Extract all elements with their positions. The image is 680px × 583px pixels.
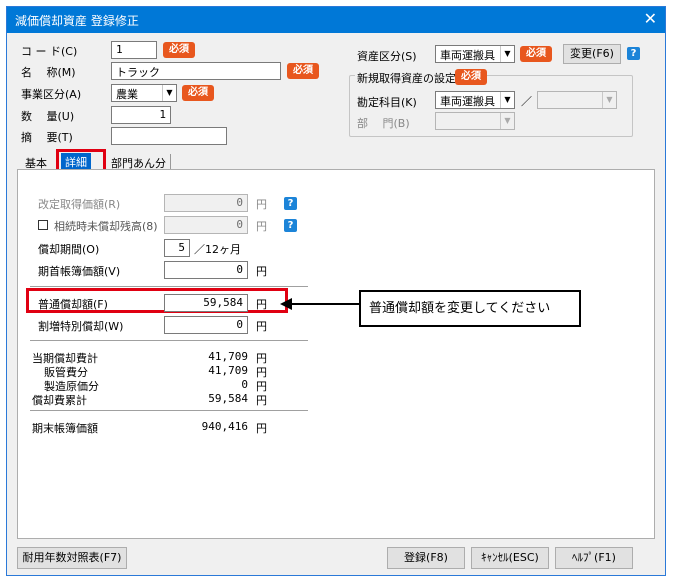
yen-unit: 円	[256, 320, 267, 333]
tab-basic[interactable]: 基本	[21, 154, 51, 170]
life-table-button[interactable]: 耐用年数対照表(F7)	[17, 547, 127, 569]
account-select[interactable]: 車両運搬具 ▼	[435, 91, 515, 109]
quantity-label: 数 量(U)	[21, 110, 75, 123]
window-title: 減価償却資産 登録修正	[15, 14, 139, 28]
chevron-down-icon[interactable]: ▼	[162, 85, 176, 101]
code-label: コ ー ド(C)	[21, 45, 78, 58]
business-label: 事業区分(A)	[21, 88, 82, 101]
yen-unit: 円	[256, 298, 267, 311]
name-input[interactable]: トラック	[111, 62, 281, 80]
close-icon[interactable]: ✕	[644, 9, 657, 28]
detail-panel: 改定取得価額(R) 0 円 ? 相続時未償却残高(8) 0 円 ? 償却期間(O…	[17, 169, 655, 539]
business-value: 農業	[116, 88, 138, 101]
account-separator: ／	[521, 95, 532, 108]
accumulated-value: 59,584	[208, 392, 248, 405]
opening-book-input[interactable]: 0	[164, 261, 248, 279]
required-badge: 必須	[455, 69, 487, 85]
required-badge: 必須	[520, 46, 552, 62]
manufacturing-value: 0	[241, 378, 248, 391]
quantity-input[interactable]: 1	[111, 106, 171, 124]
opening-book-label: 期首帳簿価額(V)	[38, 265, 121, 278]
closing-book-value: 940,416	[201, 420, 248, 433]
summary-input[interactable]	[111, 127, 227, 145]
selling-value: 41,709	[208, 364, 248, 377]
normal-dep-label: 普通償却額(F)	[38, 298, 108, 311]
asset-class-label: 資産区分(S)	[357, 50, 417, 63]
period-label: 償却期間(O)	[38, 243, 100, 256]
normal-dep-input[interactable]: 59,584	[164, 294, 248, 312]
current-dep-value: 41,709	[208, 350, 248, 363]
account-value: 車両運搬具	[440, 95, 495, 108]
special-dep-input[interactable]: 0	[164, 316, 248, 334]
dept-select[interactable]: ▼	[435, 112, 515, 130]
closing-book-label: 期末帳簿価額	[32, 422, 98, 435]
chevron-down-icon: ▼	[602, 92, 616, 108]
asset-class-value: 車両運搬具	[440, 49, 495, 62]
help-icon[interactable]: ?	[627, 47, 640, 60]
help-button[interactable]: ﾍﾙﾌﾟ(F1)	[555, 547, 633, 569]
title-bar: 減価償却資産 登録修正 ✕	[7, 7, 665, 33]
period-unit: ／12ヶ月	[194, 243, 241, 256]
instruction-callout: 普通償却額を変更してください	[359, 290, 581, 327]
help-icon[interactable]: ?	[284, 197, 297, 210]
yen-unit: 円	[256, 394, 267, 407]
period-input[interactable]: 5	[164, 239, 190, 257]
summary-label: 摘 要(T)	[21, 131, 73, 144]
dept-label: 部 門(B)	[357, 117, 410, 130]
help-icon[interactable]: ?	[284, 219, 297, 232]
divider	[30, 410, 308, 412]
chevron-down-icon: ▼	[500, 113, 514, 129]
accumulated-label: 償却費累計	[32, 394, 87, 407]
yen-unit: 円	[256, 265, 267, 278]
yen-unit: 円	[256, 198, 267, 211]
yen-unit: 円	[256, 422, 267, 435]
required-badge: 必須	[182, 85, 214, 101]
tab-dept-allocation[interactable]: 部門あん分	[107, 154, 171, 170]
arrow-left-icon	[280, 298, 362, 310]
special-dep-label: 割増特別償却(W)	[38, 320, 124, 333]
business-select[interactable]: 農業 ▼	[111, 84, 177, 102]
code-input[interactable]: 1	[111, 41, 157, 59]
change-button[interactable]: 変更(F6)	[563, 44, 621, 64]
cancel-button[interactable]: ｷｬﾝｾﾙ(ESC)	[471, 547, 549, 569]
new-asset-title: 新規取得資産の設定	[355, 70, 458, 86]
name-label: 名 称(M)	[21, 66, 76, 79]
divider	[30, 340, 308, 342]
inherited-input[interactable]: 0	[164, 216, 248, 234]
register-button[interactable]: 登録(F8)	[387, 547, 465, 569]
inherited-checkbox[interactable]	[38, 220, 48, 230]
asset-class-select[interactable]: 車両運搬具 ▼	[435, 45, 515, 63]
chevron-down-icon[interactable]: ▼	[500, 92, 514, 108]
inherited-label: 相続時未償却残高(8)	[54, 220, 158, 233]
revised-cost-input[interactable]: 0	[164, 194, 248, 212]
required-badge: 必須	[163, 42, 195, 58]
dialog-window: 減価償却資産 登録修正 ✕ コ ー ド(C) 1 必須 名 称(M) トラック …	[6, 6, 666, 576]
chevron-down-icon[interactable]: ▼	[500, 46, 514, 62]
revised-cost-label: 改定取得価額(R)	[38, 198, 121, 211]
required-badge: 必須	[287, 63, 319, 79]
account-label: 勘定科目(K)	[357, 96, 417, 109]
yen-unit: 円	[256, 220, 267, 233]
sub-account-select[interactable]: ▼	[537, 91, 617, 109]
